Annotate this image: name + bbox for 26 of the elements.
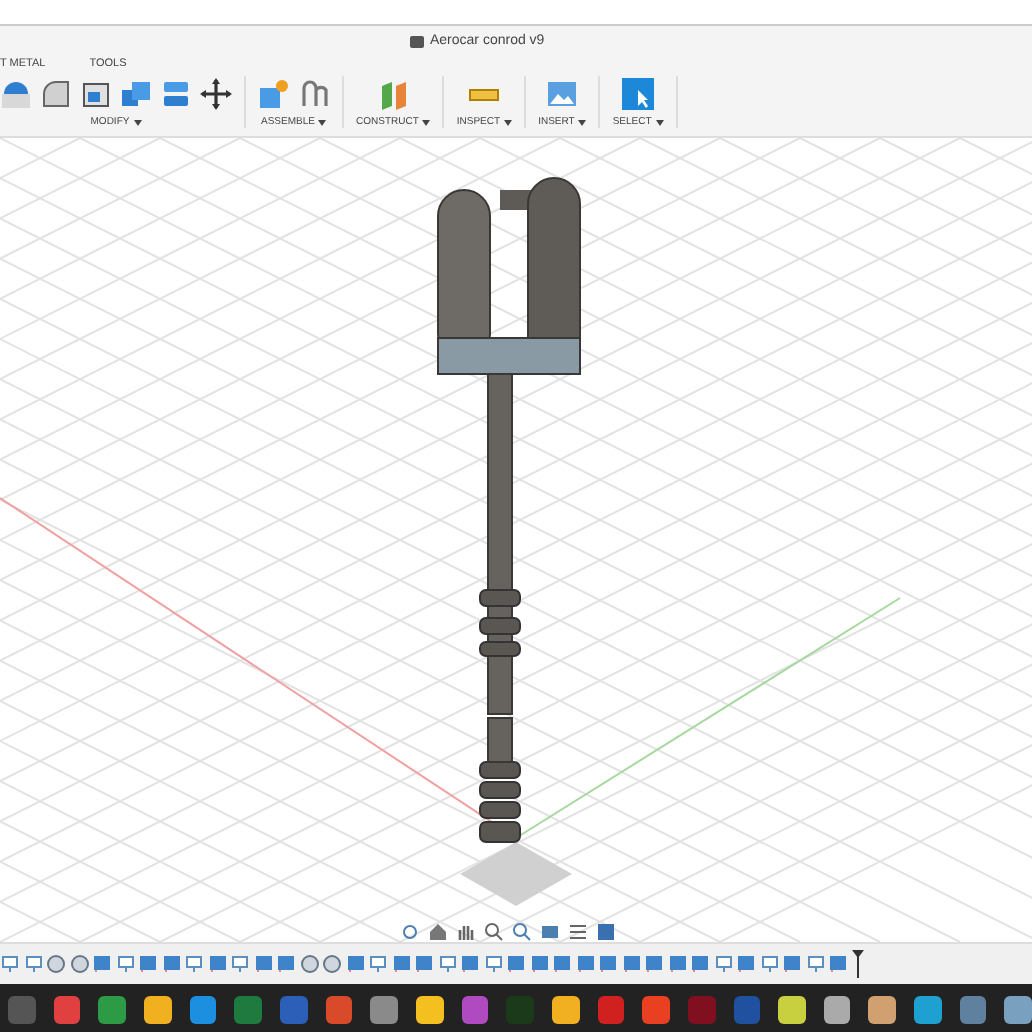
connecting-rod-model-drawing[interactable] (437, 177, 581, 906)
cursor-tool-icon[interactable] (622, 77, 655, 109)
taskbar-app-icon[interactable] (823, 996, 851, 1024)
caret-icon[interactable] (655, 119, 664, 125)
document-icon (410, 35, 424, 47)
move-tool-icon[interactable] (200, 77, 232, 109)
taskbar-app-icon[interactable] (914, 996, 942, 1024)
taskbar-app-icon[interactable] (1004, 996, 1032, 1024)
taskbar-app-icon[interactable] (778, 996, 806, 1024)
timeline-marker-icon[interactable] (851, 950, 863, 978)
taskbar-app-icon[interactable] (415, 996, 444, 1024)
taskbar-app-icon[interactable] (189, 996, 217, 1024)
zoom-icon[interactable] (484, 922, 504, 942)
caret-icon[interactable] (578, 119, 587, 125)
taskbar-app-icon[interactable] (642, 996, 670, 1024)
taskbar-app-icon[interactable] (551, 996, 580, 1024)
image-tool-icon[interactable] (546, 77, 579, 109)
caret-icon[interactable] (504, 119, 513, 125)
caret-icon[interactable] (422, 119, 431, 125)
taskbar-app-icon[interactable] (143, 996, 172, 1024)
taskbar-app-icon[interactable] (370, 996, 398, 1024)
taskbar-app-icon[interactable] (98, 996, 126, 1024)
caret-icon[interactable] (133, 119, 142, 125)
taskbar-app-icon[interactable] (959, 996, 987, 1024)
caret-icon[interactable] (318, 119, 327, 125)
taskbar-app-icon[interactable] (868, 996, 897, 1024)
